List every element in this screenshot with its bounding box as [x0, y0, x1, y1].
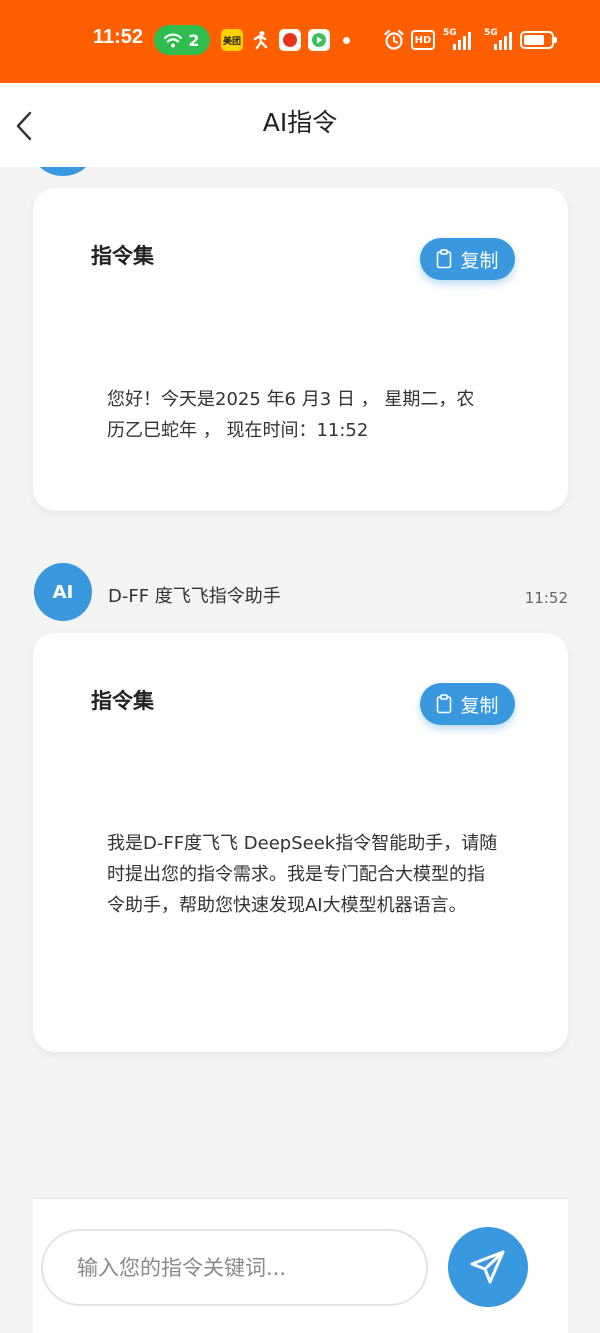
avatar: AI	[34, 563, 92, 621]
message-text: 我是D-FF度飞飞 DeepSeek指令智能助手，请随时提出您的指令需求。我是专…	[107, 833, 498, 916]
clipboard-icon	[437, 249, 452, 269]
wifi-icon	[164, 33, 183, 48]
sender-name: D-FF 度飞飞指令助手	[108, 586, 281, 607]
signal-strength-icon-2: 5G	[480, 28, 512, 50]
shopping-app-icon	[279, 29, 301, 51]
clipboard-icon	[437, 694, 452, 714]
running-person-icon	[250, 29, 272, 51]
wifi-count: 2	[188, 30, 200, 50]
meituan-label: 美团	[222, 36, 241, 47]
send-icon	[470, 1250, 505, 1284]
status-bar: 11:52 2 美团 HD 5G 5G	[0, 0, 600, 83]
meituan-icon: 美团	[221, 29, 243, 51]
input-bar	[33, 1198, 568, 1333]
wifi-indicator: 2	[154, 25, 210, 55]
hd-label: HD	[414, 34, 432, 46]
message-header: AI D-FF 度飞飞指令助手 11:52	[0, 560, 600, 624]
notification-dot	[343, 37, 350, 44]
copy-button[interactable]: 复制	[420, 683, 515, 725]
message-card: 指令集 复制 您好！今天是2025 年6 月3 日 ， 星期二，农历乙巳蛇年 ，…	[33, 188, 568, 511]
status-time: 11:52	[93, 26, 144, 48]
alarm-icon	[384, 29, 404, 50]
copy-label: 复制	[460, 694, 499, 717]
card-title: 指令集	[91, 689, 154, 713]
card-title: 指令集	[91, 244, 154, 268]
signal-strength-icon: 5G	[443, 28, 471, 50]
video-app-icon	[308, 29, 330, 51]
battery-icon	[520, 31, 557, 49]
send-button[interactable]	[448, 1227, 528, 1307]
command-input[interactable]	[41, 1229, 428, 1306]
page-title: AI指令	[262, 108, 338, 137]
copy-label: 复制	[460, 249, 499, 272]
message-time: 11:52	[524, 589, 568, 607]
message-card: 指令集 复制 我是D-FF度飞飞 DeepSeek指令智能助手，请随时提出您的指…	[33, 633, 568, 1052]
copy-button[interactable]: 复制	[420, 238, 515, 280]
hd-voice-icon: HD	[411, 30, 435, 50]
nav-bar: AI指令	[0, 83, 600, 167]
message-text: 您好！今天是2025 年6 月3 日 ， 星期二，农历乙巳蛇年 ， 现在时间：1…	[107, 389, 475, 441]
avatar-text: AI	[52, 581, 74, 603]
